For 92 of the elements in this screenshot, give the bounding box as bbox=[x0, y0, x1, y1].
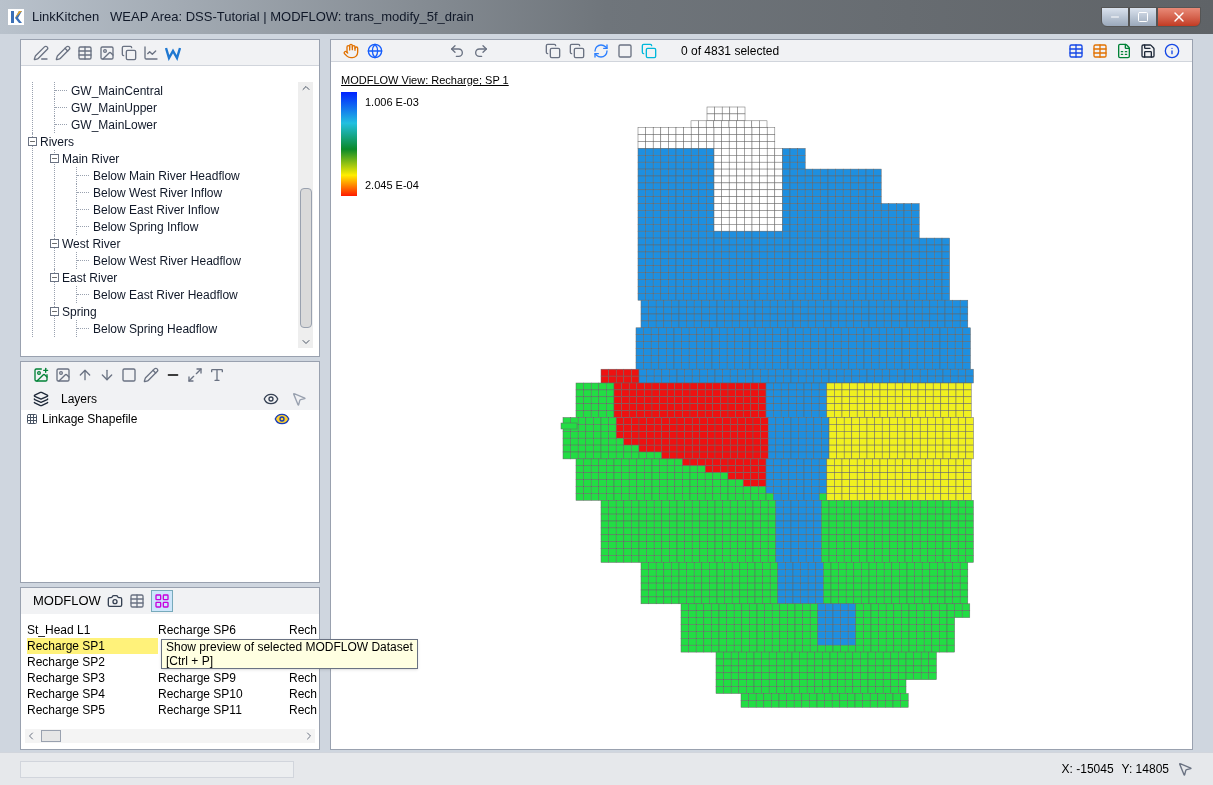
scroll-thumb[interactable] bbox=[299, 188, 312, 328]
tree-item[interactable]: Below West River Inflow bbox=[93, 183, 223, 202]
dataset-item[interactable]: Recharge SP10 bbox=[158, 686, 289, 702]
picture-icon[interactable] bbox=[55, 367, 71, 383]
dataset-item[interactable]: Rech bbox=[289, 686, 319, 702]
dataset-item[interactable]: Rech bbox=[289, 670, 319, 686]
panel-title: MODFLOW bbox=[33, 592, 101, 611]
refresh-icon[interactable] bbox=[593, 42, 609, 59]
tree-item[interactable]: East River bbox=[62, 268, 118, 287]
save-icon[interactable] bbox=[1140, 42, 1156, 59]
dataset-item[interactable]: Recharge SP2 bbox=[27, 654, 158, 670]
add-layer-icon[interactable] bbox=[33, 367, 49, 383]
tree-item[interactable]: GW_MainLower bbox=[71, 115, 158, 134]
dataset-item[interactable]: Rech bbox=[289, 622, 319, 638]
selection-count: 0 of 4831 selected bbox=[681, 42, 780, 60]
legend-min-value: 2.045 E-04 bbox=[365, 178, 419, 193]
down-arrow-icon[interactable] bbox=[99, 367, 115, 383]
dataset-item[interactable]: Recharge SP1 bbox=[27, 638, 158, 654]
tree-item[interactable]: Below East River Headflow bbox=[93, 285, 238, 304]
minimize-button[interactable] bbox=[1101, 7, 1129, 27]
dataset-item[interactable]: Recharge SP5 bbox=[27, 702, 158, 718]
pointer-icon bbox=[291, 391, 307, 407]
copy-icon[interactable] bbox=[569, 42, 585, 59]
scroll-thumb[interactable] bbox=[41, 730, 61, 742]
visibility-icon[interactable] bbox=[274, 411, 290, 427]
tooltip: Show preview of selected MODFLOW Dataset [Ctrl + P] bbox=[161, 639, 418, 669]
copy-icon[interactable] bbox=[545, 42, 561, 59]
maximize-button[interactable] bbox=[1129, 7, 1157, 27]
tree-item[interactable]: Below East River Inflow bbox=[93, 200, 220, 219]
hand-icon[interactable] bbox=[343, 42, 359, 59]
tree-item[interactable]: GW_MainUpper bbox=[71, 98, 158, 117]
copy-icon[interactable] bbox=[121, 44, 137, 61]
y-coordinate: Y: 14805 bbox=[1121, 761, 1169, 778]
tree-item[interactable]: Below Spring Inflow bbox=[93, 217, 199, 236]
spreadsheet-icon[interactable] bbox=[1116, 42, 1132, 59]
chart-icon[interactable] bbox=[143, 44, 159, 61]
info-icon[interactable] bbox=[1164, 42, 1180, 59]
tree-item[interactable]: Main River bbox=[62, 149, 120, 168]
table-icon[interactable] bbox=[77, 44, 93, 61]
pointer-icon bbox=[1177, 761, 1193, 777]
preview-button[interactable] bbox=[150, 590, 173, 612]
dataset-item[interactable]: Rech bbox=[289, 702, 319, 718]
dataset-item[interactable]: Recharge SP4 bbox=[27, 686, 158, 702]
dataset-item[interactable]: Recharge SP11 bbox=[158, 702, 289, 718]
tree-item[interactable]: Below West River Headflow bbox=[93, 251, 241, 270]
window-title: LinkKitchen WEAP Area: DSS-Tutorial | MODFLOW: trans_modify_5f_drain bbox=[32, 8, 474, 27]
dataset-item[interactable]: St_Head L1 bbox=[27, 622, 158, 638]
layers-icon bbox=[33, 391, 49, 407]
redo-icon[interactable] bbox=[473, 42, 489, 59]
layer-name[interactable]: Linkage Shapefile bbox=[42, 410, 138, 428]
close-button[interactable] bbox=[1157, 7, 1201, 27]
dataset-item[interactable]: Recharge SP6 bbox=[158, 622, 289, 638]
tree-item[interactable]: Rivers bbox=[40, 132, 74, 151]
map-title: MODFLOW View: Recharge; SP 1 bbox=[341, 73, 510, 88]
table-icon[interactable] bbox=[128, 593, 145, 609]
collapse-toggle[interactable] bbox=[50, 273, 59, 282]
eye-icon bbox=[263, 391, 279, 407]
tree-item[interactable]: West River bbox=[62, 234, 121, 253]
x-coordinate: X: -15045 bbox=[1061, 761, 1114, 778]
legend-max-value: 1.006 E-03 bbox=[365, 94, 419, 110]
dataset-item[interactable]: Recharge SP9 bbox=[158, 670, 289, 686]
pencil-icon[interactable] bbox=[143, 367, 159, 383]
square-icon[interactable] bbox=[121, 367, 137, 383]
maximize-icon bbox=[1137, 11, 1149, 23]
camera-icon[interactable] bbox=[106, 593, 123, 609]
grid-layer-icon bbox=[26, 413, 38, 425]
minus-icon bbox=[51, 155, 58, 162]
collapse-toggle[interactable] bbox=[50, 154, 59, 163]
up-arrow-icon[interactable] bbox=[77, 367, 93, 383]
minus-icon bbox=[51, 240, 58, 247]
tree-item[interactable]: Below Main River Headflow bbox=[93, 166, 240, 185]
collapse-toggle[interactable] bbox=[50, 239, 59, 248]
table-edit-icon[interactable] bbox=[1092, 42, 1108, 59]
horizontal-scrollbar[interactable] bbox=[25, 729, 315, 743]
globe-icon[interactable] bbox=[367, 42, 383, 59]
collapse-toggle[interactable] bbox=[28, 137, 37, 146]
minus-icon bbox=[29, 138, 36, 145]
square-icon[interactable] bbox=[617, 42, 633, 59]
text-icon[interactable] bbox=[209, 367, 225, 383]
tree-item[interactable]: Below Spring Headflow bbox=[93, 319, 218, 338]
minus-icon bbox=[51, 308, 58, 315]
scrollbar[interactable] bbox=[298, 82, 313, 348]
dataset-item[interactable]: Recharge SP3 bbox=[27, 670, 158, 686]
table-refresh-icon[interactable] bbox=[1068, 42, 1084, 59]
tree-item[interactable]: Spring bbox=[62, 302, 97, 321]
collapse-toggle[interactable] bbox=[50, 307, 59, 316]
undo-icon[interactable] bbox=[449, 42, 465, 59]
minus-icon bbox=[51, 274, 58, 281]
layers-header: Layers bbox=[61, 391, 98, 408]
app-logo-icon bbox=[8, 9, 24, 25]
tree-item[interactable]: GW_MainCentral bbox=[71, 81, 164, 100]
picture-icon[interactable] bbox=[99, 44, 115, 61]
